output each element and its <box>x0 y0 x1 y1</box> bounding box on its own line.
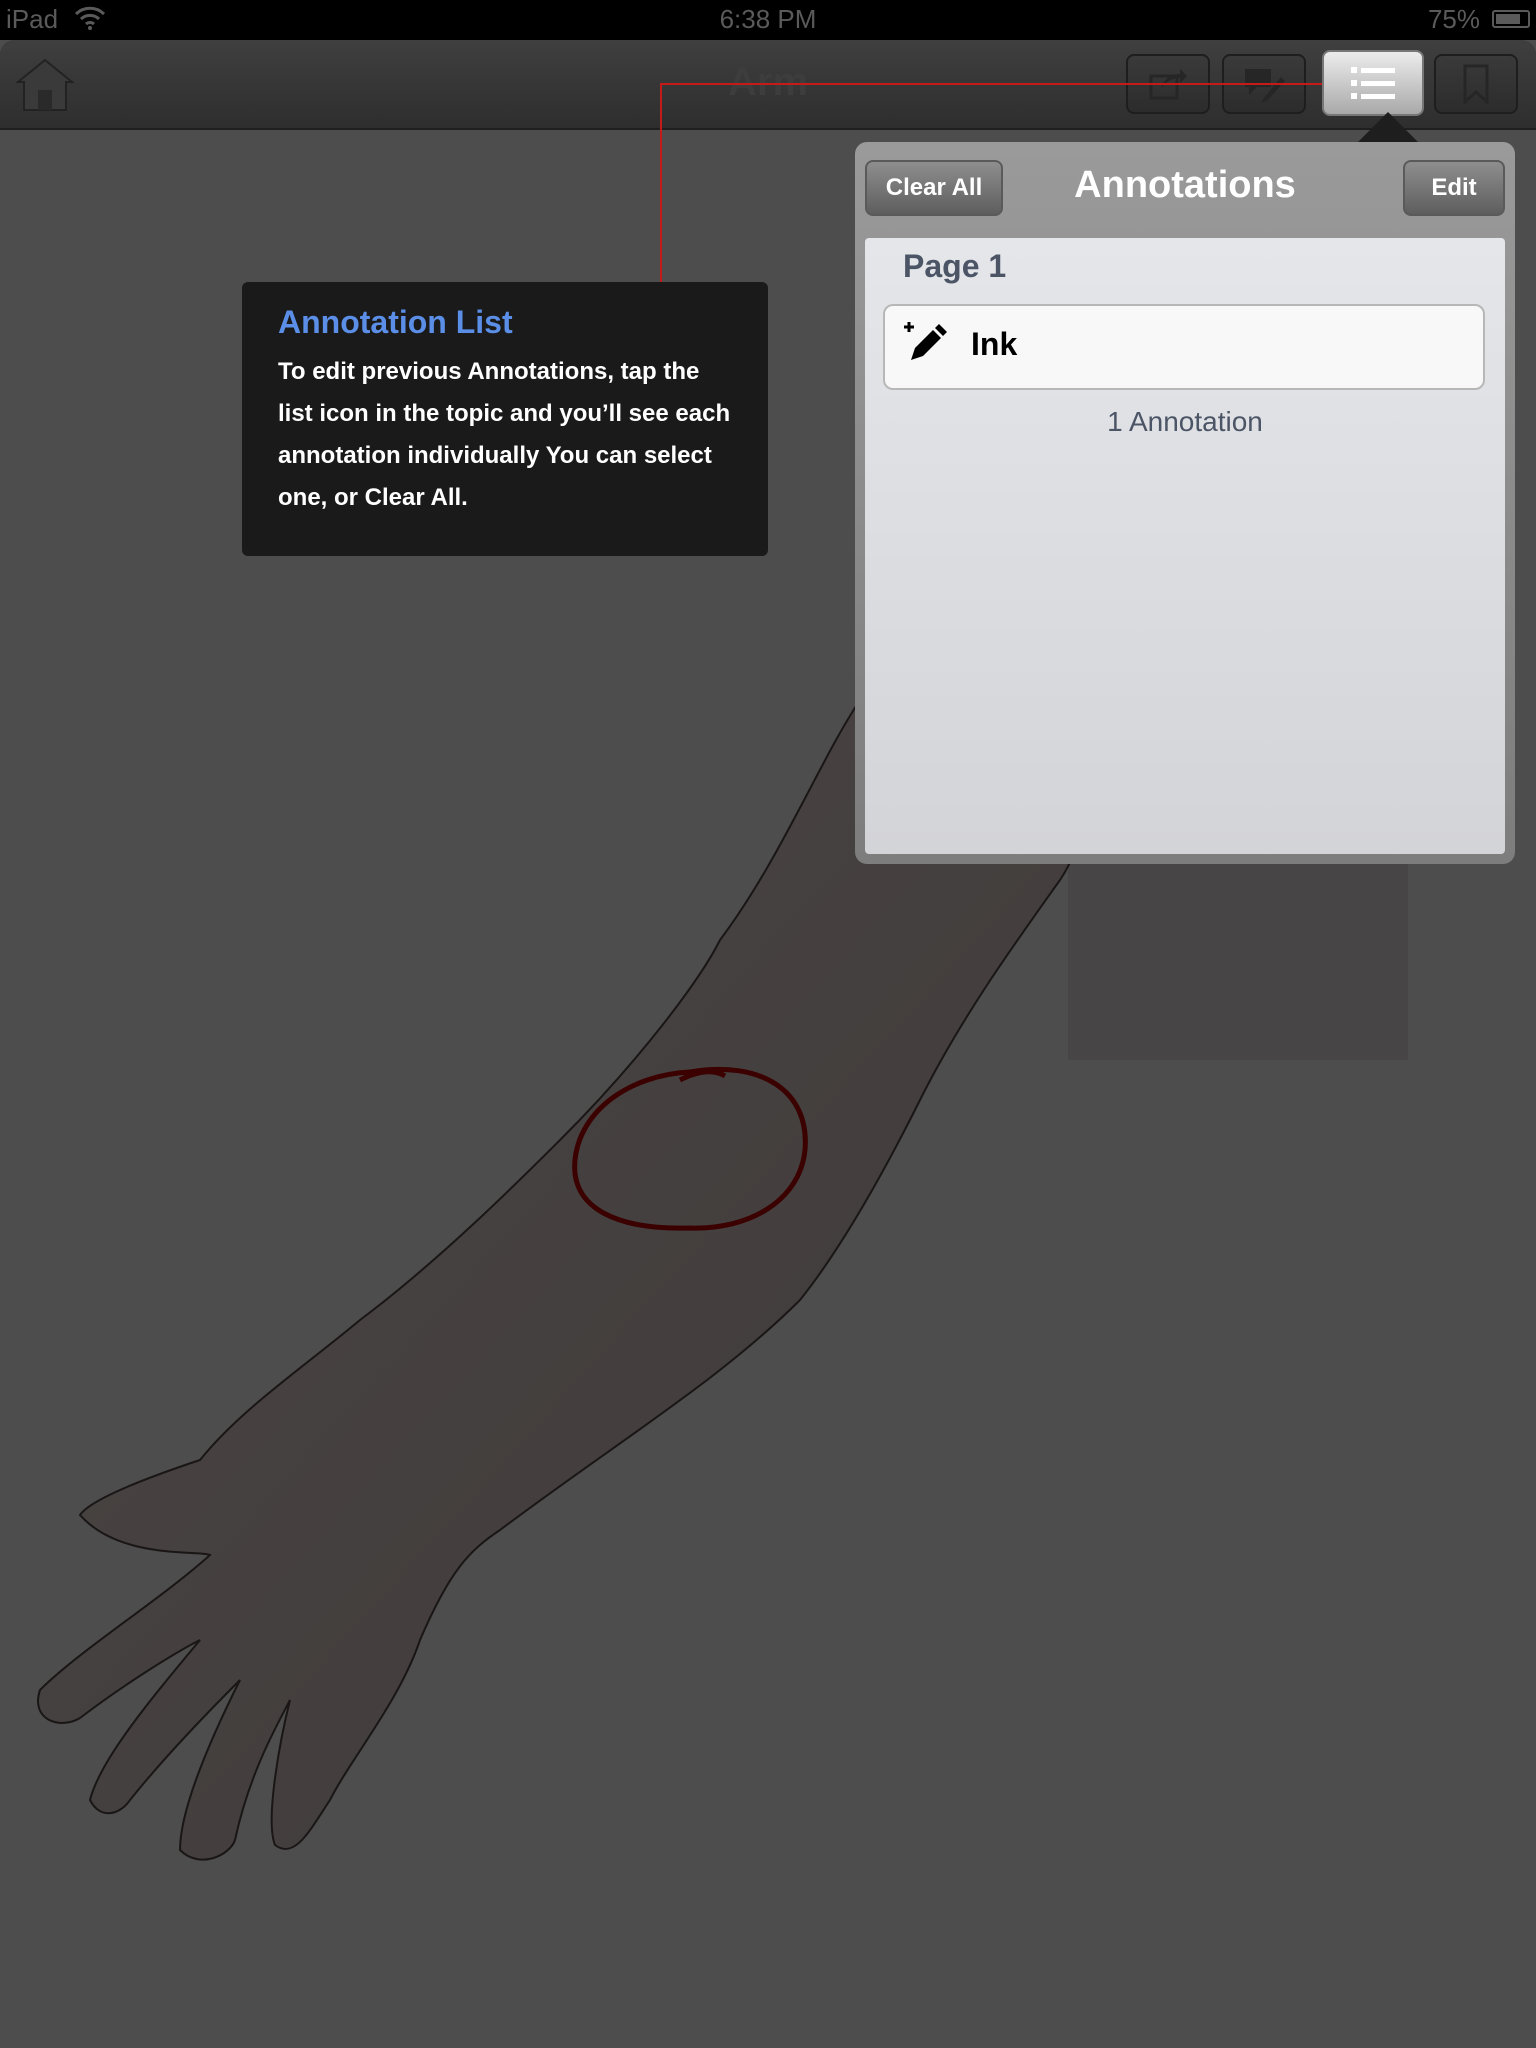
tooltip-body: To edit previous Annotations, tap the li… <box>278 358 731 511</box>
list-icon <box>1351 67 1395 99</box>
tooltip-title: Annotation List <box>278 304 513 340</box>
annotation-list-tooltip: Annotation List To edit previous Annotat… <box>242 282 768 556</box>
annotation-count: 1 Annotation <box>1107 406 1263 437</box>
bookmark-icon <box>1463 64 1489 104</box>
share-button[interactable] <box>1126 54 1210 114</box>
annotation-list: Page 1 Ink 1 Annotation <box>865 238 1505 854</box>
edit-button[interactable]: Edit <box>1403 160 1505 216</box>
popover-arrow <box>1356 112 1420 144</box>
ink-pen-icon <box>904 322 947 360</box>
popover-header: Clear All Annotations Edit <box>855 142 1515 238</box>
arm-shape <box>37 699 1086 1861</box>
bookmark-button[interactable] <box>1434 54 1518 114</box>
battery-icon <box>1492 10 1530 28</box>
clock-label: 6:38 PM <box>719 4 817 34</box>
sleeve-shadow <box>1068 860 1408 1060</box>
annotation-list-button[interactable] <box>1322 50 1424 116</box>
status-bar: iPad 6:38 PM 75% <box>0 0 1536 40</box>
battery-percent: 75% <box>1427 4 1480 34</box>
list-item-label: Ink <box>971 326 1018 362</box>
share-icon <box>1149 69 1187 100</box>
annotate-icon <box>1245 69 1285 103</box>
list-item[interactable]: Ink <box>883 304 1485 390</box>
section-header-page: Page 1 <box>903 248 1007 284</box>
navigation-bar: Arm <box>0 40 1536 130</box>
annotate-button[interactable] <box>1222 54 1306 114</box>
annotations-popover: Clear All Annotations Edit Page 1 Ink 1 … <box>855 142 1515 864</box>
